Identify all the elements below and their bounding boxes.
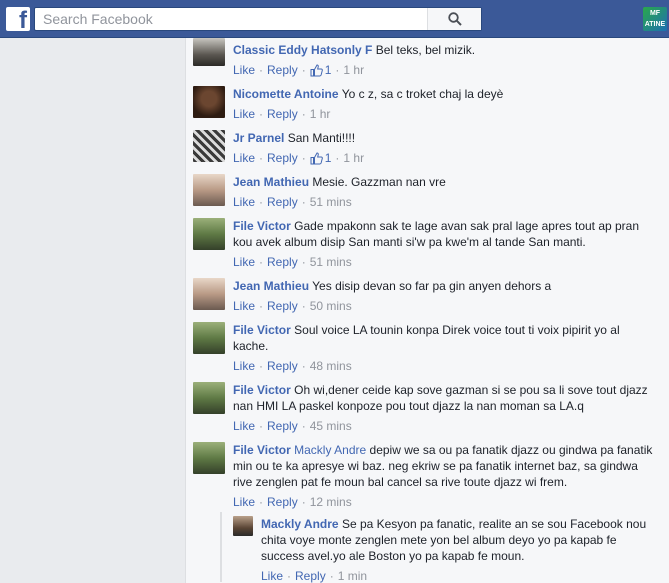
search-box [34,7,482,31]
comment-text: Bel teks, bel mizik. [375,43,476,57]
facebook-logo[interactable]: f [6,7,30,33]
reply-link[interactable]: Reply [267,299,298,313]
comment-author[interactable]: Classic Eddy Hatsonly F [233,43,372,57]
comment-text: Yes disip devan so far pa gin anyen deho… [312,279,552,293]
reply-link[interactable]: Reply [267,107,298,121]
comment-actions: Like · Reply · 50 mins [233,299,352,313]
avatar[interactable] [193,130,225,162]
reply-link[interactable]: Reply [267,255,298,269]
comment-actions: Like · Reply · 51 mins [233,195,352,209]
comment-actions: Like · Reply · 1 · 1 hr [233,63,365,77]
timestamp[interactable]: 45 mins [310,419,352,433]
like-link[interactable]: Like [233,63,255,77]
avatar[interactable] [193,382,225,414]
comment-actions: Like · Reply · 51 mins [233,255,352,269]
avatar[interactable] [193,86,225,118]
comment-author[interactable]: Jr Parnel [233,131,284,145]
app-badge[interactable]: MF ATINE [643,7,667,31]
avatar[interactable] [233,516,253,536]
thumbs-up-icon [310,63,323,76]
reply-link[interactable]: Reply [267,359,298,373]
comment-text: Oh wi,dener ceide kap sove gazman si se … [233,383,648,413]
like-link[interactable]: Like [233,107,255,121]
comment-actions: Like · Reply · 1 min [261,569,368,583]
avatar[interactable] [193,442,225,474]
mention-link[interactable]: Mackly Andre [294,443,366,457]
comment-text: San Manti!!!! [287,131,356,145]
comment-author[interactable]: Nicomette Antoine [233,87,339,101]
like-link[interactable]: Like [233,299,255,313]
like-link[interactable]: Like [233,195,255,209]
comment-author[interactable]: File Victor [233,323,291,337]
magnifier-icon [447,12,462,26]
like-link[interactable]: Like [233,359,255,373]
avatar[interactable] [193,38,225,66]
avatar[interactable] [193,218,225,250]
comment-author[interactable]: File Victor [233,383,291,397]
left-pane [0,38,185,583]
comment-text: Gade mpakonn sak te lage avan sak pral l… [233,219,640,249]
comment-actions: Like · Reply · 1 hr [233,107,331,121]
timestamp[interactable]: 51 mins [310,195,352,209]
like-count[interactable]: 1 [310,151,331,165]
like-link[interactable]: Like [233,419,255,433]
avatar[interactable] [193,174,225,206]
comment-actions: Like · Reply · 48 mins [233,359,352,373]
timestamp[interactable]: 51 mins [310,255,352,269]
timestamp[interactable]: 12 mins [310,495,352,509]
comment-text: Yo c z, sa c troket chaj la deyè [341,87,504,101]
timestamp[interactable]: 1 hr [343,151,364,165]
comment-text: Mesie. Gazzman nan vre [312,175,446,189]
comment-text: Soul voice LA tounin konpa Direk voice t… [233,323,620,353]
timestamp[interactable]: 1 min [338,569,367,583]
reply-link[interactable]: Reply [267,63,298,77]
search-input[interactable] [35,8,427,30]
comment-actions: Like · Reply · 12 mins [233,495,352,509]
thumbs-up-icon [310,151,323,164]
like-link[interactable]: Like [233,255,255,269]
reply-thread-line [220,512,222,582]
reply-link[interactable]: Reply [267,151,298,165]
reply-link[interactable]: Reply [267,495,298,509]
timestamp[interactable]: 50 mins [310,299,352,313]
comment-author[interactable]: Jean Mathieu [233,175,309,189]
top-bar: f MF ATINE [0,0,669,38]
comment-actions: Like · Reply · 45 mins [233,419,352,433]
search-button[interactable] [427,8,481,30]
like-link[interactable]: Like [233,151,255,165]
comment-author[interactable]: Mackly Andre [261,517,339,531]
timestamp[interactable]: 1 hr [343,63,364,77]
avatar[interactable] [193,322,225,354]
comment-actions: Like · Reply · 1 · 1 hr [233,151,365,165]
comment-author[interactable]: File Victor [233,443,291,457]
like-link[interactable]: Like [233,495,255,509]
comment-author[interactable]: Jean Mathieu [233,279,309,293]
reply-link[interactable]: Reply [267,419,298,433]
reply-link[interactable]: Reply [267,195,298,209]
like-link[interactable]: Like [261,569,283,583]
timestamp[interactable]: 1 hr [310,107,331,121]
like-count[interactable]: 1 [310,63,331,77]
timestamp[interactable]: 48 mins [310,359,352,373]
avatar[interactable] [193,278,225,310]
comment-author[interactable]: File Victor [233,219,291,233]
comments-panel: Classic Eddy Hatsonly F Bel teks, bel mi… [185,38,669,583]
reply-link[interactable]: Reply [295,569,326,583]
